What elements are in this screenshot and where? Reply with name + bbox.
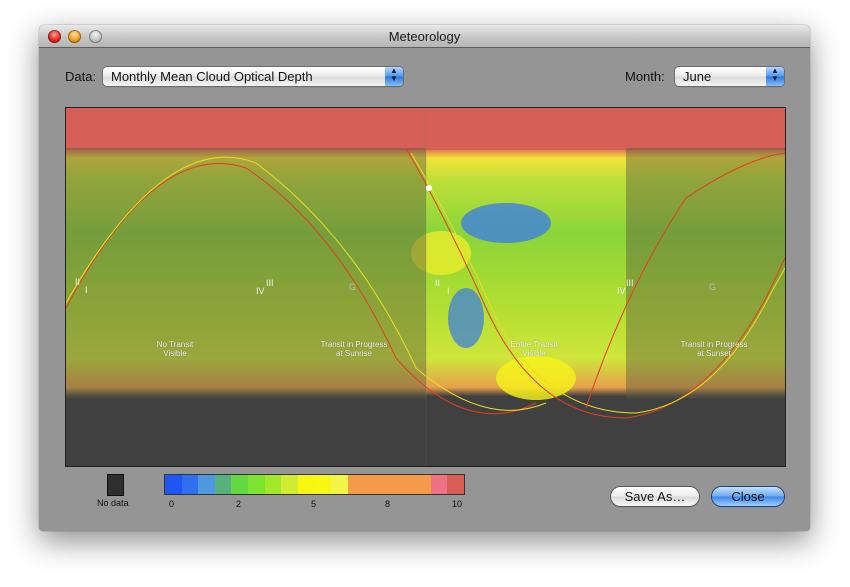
scale-swatch — [331, 475, 348, 494]
region-label: Transit in Progress — [680, 340, 748, 349]
arctic-band — [66, 108, 785, 150]
scale-swatch — [430, 475, 448, 494]
scale-swatch — [447, 475, 464, 494]
scale-swatch — [181, 475, 199, 494]
contact-g-b: G — [709, 282, 717, 292]
scale-swatch — [248, 475, 265, 494]
scale-swatch — [347, 475, 365, 494]
region-label: at Sunrise — [335, 349, 373, 358]
window-title: Meteorology — [388, 29, 461, 44]
greatest-transit-point — [426, 185, 432, 191]
meteorology-window: Meteorology Data: Monthly Mean Cloud Opt… — [39, 25, 810, 531]
region-label: at Sunset — [697, 349, 731, 358]
data-select-value: Monthly Mean Cloud Optical Depth — [111, 69, 313, 84]
no-data-swatch — [107, 474, 124, 496]
region-label: Visible — [163, 349, 187, 358]
region-sunset: Transit in Progress at Sunset — [676, 340, 752, 358]
scale-swatch — [380, 475, 398, 494]
scale-tick: 5 — [311, 499, 317, 509]
yellow-patch-south — [496, 356, 576, 400]
data-label: Data: — [65, 69, 97, 84]
scale-swatch — [414, 475, 431, 494]
popup-stepper-icon: ▲ ▼ — [385, 67, 403, 86]
region-label: No Transit — [156, 340, 194, 349]
no-data-label: No data — [97, 498, 129, 508]
save-as-button[interactable]: Save As… — [611, 487, 699, 506]
contact-i-left: I — [85, 285, 88, 295]
region-label: Transit in Progress — [320, 340, 388, 349]
scale-tick: 8 — [385, 499, 391, 509]
contact-iii-a: III — [266, 278, 274, 288]
night-shade-left — [66, 148, 426, 398]
contact-ii-left: II — [75, 277, 81, 287]
blue-patch-africa — [448, 288, 484, 348]
scale-swatch — [264, 475, 282, 494]
scale-swatch — [231, 475, 249, 494]
blue-patch-med — [461, 203, 551, 243]
cloud-map[interactable]: II I III IV G II I III IV G No Transit V… — [65, 107, 786, 467]
scale-swatch — [397, 475, 415, 494]
contact-i-b: I — [447, 286, 450, 296]
no-data-band — [66, 397, 785, 466]
scale-swatch — [364, 475, 381, 494]
map-canvas — [66, 108, 785, 466]
region-label: Visible — [522, 349, 546, 358]
color-scale — [164, 474, 465, 495]
title-bar[interactable]: Meteorology — [39, 25, 810, 48]
scale-tick: 0 — [169, 499, 175, 509]
region-sunrise: Transit in Progress at Sunrise — [316, 340, 392, 358]
month-select[interactable]: June ▲ ▼ — [675, 67, 784, 86]
scale-swatch — [165, 475, 182, 494]
data-select[interactable]: Monthly Mean Cloud Optical Depth ▲ ▼ — [103, 67, 403, 86]
region-label: Entire Transit — [510, 340, 558, 349]
popup-stepper-icon: ▲ ▼ — [766, 67, 784, 86]
month-select-value: June — [683, 69, 712, 84]
region-no-transit: No Transit Visible — [142, 340, 208, 358]
contact-iii-b: III — [626, 278, 634, 288]
month-label: Month: — [625, 69, 665, 84]
contact-iv-b: IV — [617, 286, 626, 296]
scale-swatch — [281, 475, 298, 494]
scale-tick: 10 — [452, 499, 463, 509]
scale-swatch — [297, 475, 315, 494]
scale-swatch — [214, 475, 232, 494]
contact-g-a: G — [349, 282, 357, 292]
contact-ii-b: II — [435, 278, 441, 288]
region-entire: Entire Transit Visible — [499, 340, 569, 358]
scale-tick: 2 — [236, 499, 242, 509]
scale-swatch — [314, 475, 332, 494]
scale-swatch — [198, 475, 215, 494]
close-button[interactable]: Close — [712, 487, 784, 506]
contact-iv-a: IV — [256, 286, 265, 296]
